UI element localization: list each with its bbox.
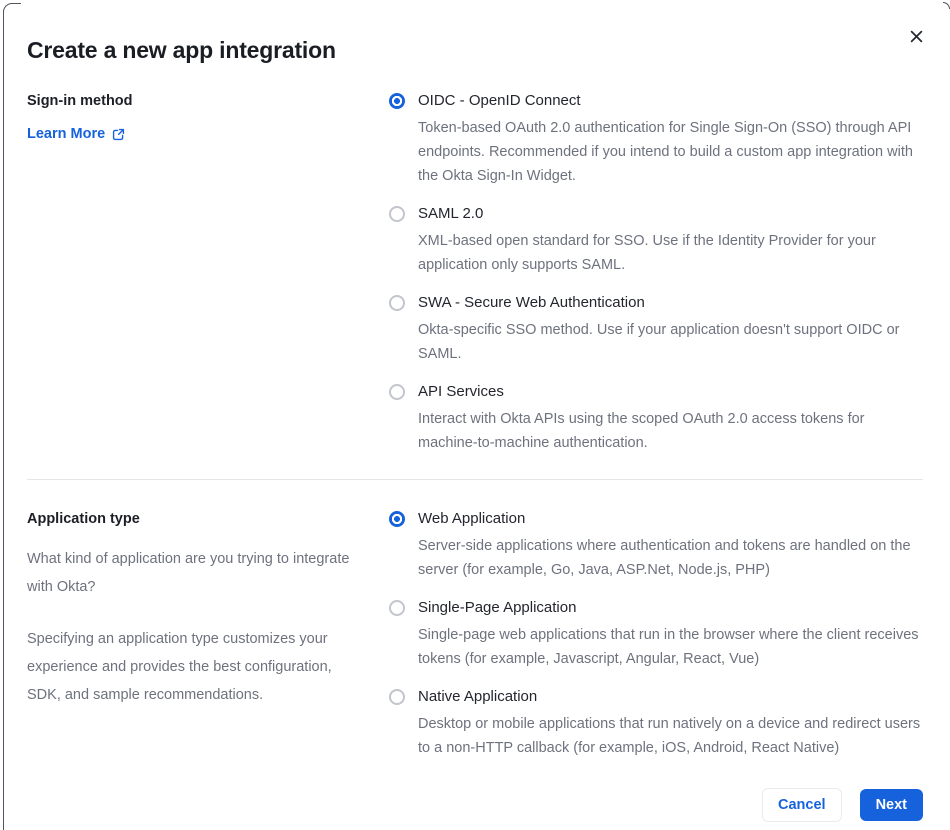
radio-single-page-application[interactable] <box>389 600 405 616</box>
sign-in-method-options: OIDC - OpenID Connect Token-based OAuth … <box>389 91 923 455</box>
dialog-border <box>3 3 21 21</box>
option-oidc: OIDC - OpenID Connect Token-based OAuth … <box>389 91 923 188</box>
option-single-page-application: Single-Page Application Single-page web … <box>389 598 923 671</box>
option-single-page-application-label[interactable]: Single-Page Application <box>418 598 923 618</box>
option-web-application-description: Server-side applications where authentic… <box>418 538 911 578</box>
option-native-application-label[interactable]: Native Application <box>418 687 923 707</box>
option-swa-label[interactable]: SWA - Secure Web Authentication <box>418 293 923 313</box>
option-api-services-label[interactable]: API Services <box>418 382 923 402</box>
close-button[interactable] <box>902 22 930 50</box>
create-app-integration-dialog: Create a new app integration Sign-in met… <box>0 0 950 830</box>
next-button[interactable]: Next <box>859 789 923 821</box>
option-api-services-description: Interact with Okta APIs using the scoped… <box>418 411 865 451</box>
option-saml-label[interactable]: SAML 2.0 <box>418 204 923 224</box>
sign-in-method-left-column: Sign-in method Learn More <box>27 91 365 455</box>
dialog-border <box>3 10 4 830</box>
option-api-services: API Services Interact with Okta APIs usi… <box>389 382 923 455</box>
cancel-button[interactable]: Cancel <box>762 788 842 822</box>
section-divider <box>27 479 923 480</box>
radio-swa[interactable] <box>389 295 405 311</box>
close-icon <box>909 29 924 44</box>
option-single-page-application-description: Single-page web applications that run in… <box>418 627 919 667</box>
learn-more-link[interactable]: Learn More <box>27 126 125 142</box>
application-type-left-column: Application type What kind of applicatio… <box>27 509 365 760</box>
radio-saml[interactable] <box>389 206 405 222</box>
radio-native-application[interactable] <box>389 689 405 705</box>
application-type-label: Application type <box>27 511 140 527</box>
radio-oidc[interactable] <box>389 93 405 109</box>
option-native-application-description: Desktop or mobile applications that run … <box>418 716 921 756</box>
option-oidc-description: Token-based OAuth 2.0 authentication for… <box>418 120 913 184</box>
option-web-application-label[interactable]: Web Application <box>418 509 923 529</box>
option-web-application: Web Application Server-side applications… <box>389 509 923 582</box>
application-type-section: Application type What kind of applicatio… <box>27 509 923 760</box>
dialog-footer: Cancel Next <box>27 788 923 822</box>
learn-more-label: Learn More <box>27 126 106 142</box>
radio-api-services[interactable] <box>389 384 405 400</box>
option-oidc-label[interactable]: OIDC - OpenID Connect <box>418 91 923 111</box>
option-saml: SAML 2.0 XML-based open standard for SSO… <box>389 204 923 277</box>
application-type-options: Web Application Server-side applications… <box>389 509 923 760</box>
dialog-border <box>943 2 950 9</box>
sign-in-method-label: Sign-in method <box>27 93 133 109</box>
dialog-title: Create a new app integration <box>27 37 336 63</box>
option-native-application: Native Application Desktop or mobile app… <box>389 687 923 760</box>
option-saml-description: XML-based open standard for SSO. Use if … <box>418 233 876 273</box>
option-swa: SWA - Secure Web Authentication Okta-spe… <box>389 293 923 366</box>
external-link-icon <box>112 128 125 141</box>
application-type-help-text: Specifying an application type customize… <box>27 631 332 703</box>
radio-web-application[interactable] <box>389 511 405 527</box>
sign-in-method-section: Sign-in method Learn More OIDC - OpenID … <box>27 91 923 455</box>
option-swa-description: Okta-specific SSO method. Use if your ap… <box>418 322 900 362</box>
application-type-help-text: What kind of application are you trying … <box>27 551 350 595</box>
